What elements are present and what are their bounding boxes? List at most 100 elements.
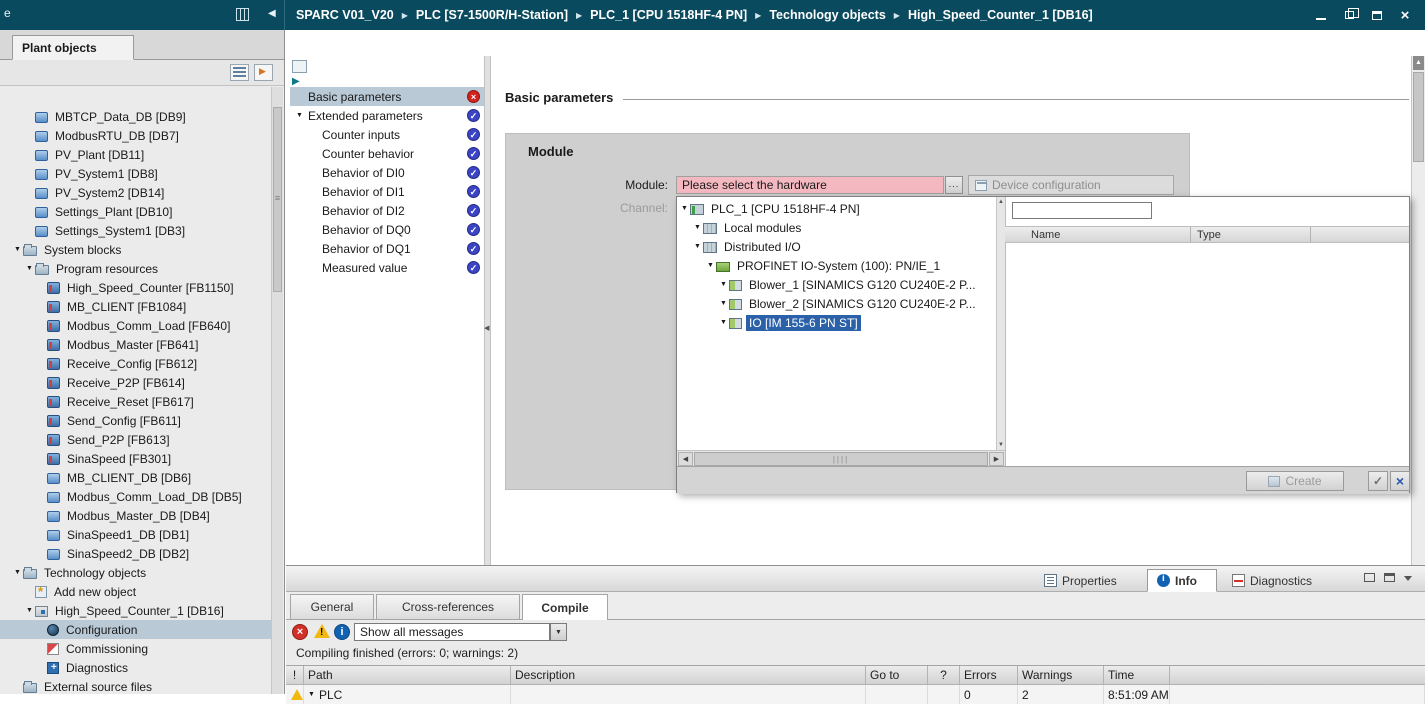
param-nav-item[interactable]: Behavior of DI1✓ — [290, 182, 484, 201]
expander-icon[interactable]: ▼ — [308, 691, 315, 698]
project-tree-item[interactable]: Send_P2P [FB613] — [0, 430, 271, 449]
param-nav-item[interactable]: Measured value✓ — [290, 258, 484, 277]
editor-vscrollbar[interactable]: ▲ — [1411, 56, 1425, 565]
column-settings-icon[interactable] — [230, 64, 249, 81]
hw-tree-item[interactable]: ▼Blower_1 [SINAMICS G120 CU240E-2 P... — [677, 275, 996, 294]
expander-icon[interactable]: ▼ — [24, 607, 35, 614]
expander-icon[interactable]: ▼ — [718, 281, 729, 288]
project-tree-item[interactable]: Modbus_Master_DB [DB4] — [0, 506, 271, 525]
close-icon[interactable]: × — [1393, 5, 1417, 25]
editor-window-icon[interactable] — [292, 60, 307, 73]
expander-icon[interactable]: ▼ — [718, 300, 729, 307]
warning-icon[interactable] — [314, 624, 330, 638]
dropdown-arrow-icon[interactable]: ▼ — [550, 623, 567, 641]
param-nav-item[interactable]: Behavior of DI0✓ — [290, 163, 484, 182]
hardware-tree-hscrollbar[interactable]: ◀ |||| ▶ — [677, 450, 1005, 466]
project-tree-item[interactable]: Receive_Config [FB612] — [0, 354, 271, 373]
tab-plant-objects[interactable]: Plant objects — [12, 35, 134, 60]
dock-panel-icon[interactable] — [1384, 573, 1395, 582]
project-tree-item[interactable]: SinaSpeed2_DB [DB2] — [0, 544, 271, 563]
project-tree-item[interactable]: Diagnostics — [0, 658, 271, 677]
project-tree-item[interactable]: Settings_Plant [DB10] — [0, 202, 271, 221]
project-tree-item[interactable]: MB_CLIENT_DB [DB6] — [0, 468, 271, 487]
project-tree-item[interactable]: Settings_System1 [DB3] — [0, 221, 271, 240]
project-tree-item[interactable]: PV_System2 [DB14] — [0, 183, 271, 202]
param-nav-item[interactable]: Behavior of DQ1✓ — [290, 239, 484, 258]
hw-tree-item[interactable]: ▼Distributed I/O — [677, 237, 996, 256]
breadcrumb-item[interactable]: Technology objects — [769, 8, 885, 22]
project-tree-item[interactable]: Commissioning — [0, 639, 271, 658]
collapse-panel-icon[interactable]: ◀ — [268, 8, 276, 19]
minimize-icon[interactable] — [1309, 5, 1333, 25]
confirm-button[interactable]: ✓ — [1368, 471, 1388, 491]
error-icon[interactable]: × — [292, 624, 308, 640]
expander-icon[interactable]: ▼ — [24, 265, 35, 272]
breadcrumb-item[interactable]: High_Speed_Counter_1 [DB16] — [908, 8, 1093, 22]
project-tree-item[interactable]: Modbus_Comm_Load [FB640] — [0, 316, 271, 335]
param-nav-item[interactable]: ▼Extended parameters✓ — [290, 106, 484, 125]
param-nav-item[interactable]: Counter inputs✓ — [290, 125, 484, 144]
scroll-up-icon[interactable]: ▲ — [1413, 56, 1424, 70]
breadcrumb-item[interactable]: SPARC V01_V20 — [296, 8, 394, 22]
tab-info[interactable]: Info — [1147, 569, 1217, 592]
scroll-up-icon[interactable]: ▲ — [997, 199, 1005, 205]
project-tree-scrollbar[interactable]: ≡ — [271, 87, 283, 694]
column-header-flag[interactable]: ! — [286, 666, 304, 684]
project-tree-item[interactable]: Configuration — [0, 620, 271, 639]
param-nav-item[interactable]: Counter behavior✓ — [290, 144, 484, 163]
column-header-time[interactable]: Time — [1104, 666, 1170, 684]
scrollbar-thumb[interactable] — [1413, 72, 1424, 162]
project-tree-item[interactable]: MBTCP_Data_DB [DB9] — [0, 107, 271, 126]
column-header-errors[interactable]: Errors — [960, 666, 1018, 684]
expander-icon[interactable]: ▼ — [679, 205, 690, 212]
dock-icon[interactable] — [1365, 5, 1389, 25]
project-tree-item[interactable]: ▼Technology objects — [0, 563, 271, 582]
expander-icon[interactable]: ▼ — [692, 243, 703, 250]
project-tree-item[interactable]: SinaSpeed1_DB [DB1] — [0, 525, 271, 544]
param-nav-item[interactable]: Behavior of DQ0✓ — [290, 220, 484, 239]
tab-compile[interactable]: Compile — [522, 594, 608, 621]
scroll-down-icon[interactable]: ▼ — [997, 442, 1005, 448]
expander-icon[interactable]: ▼ — [718, 319, 729, 326]
create-button[interactable]: Create — [1246, 471, 1344, 491]
filter-funnel-icon[interactable] — [1158, 202, 1176, 219]
column-header-goto[interactable]: Go to — [866, 666, 928, 684]
scroll-left-icon[interactable]: ◀ — [678, 452, 693, 466]
project-tree-item[interactable]: ModbusRTU_DB [DB7] — [0, 126, 271, 145]
module-browse-button[interactable]: ... — [945, 176, 963, 194]
project-tree-item[interactable]: Modbus_Comm_Load_DB [DB5] — [0, 487, 271, 506]
info-icon[interactable]: i — [334, 624, 350, 640]
project-tree-item[interactable]: ▼System blocks — [0, 240, 271, 259]
collapse-panel-icon[interactable] — [1404, 576, 1412, 581]
message-table-row[interactable]: ▼ PLC 0 2 8:51:09 AM — [286, 685, 1425, 704]
panel-grid-icon[interactable] — [236, 8, 249, 21]
splitter-collapse-icon[interactable]: ◀ — [484, 324, 489, 332]
column-header-name[interactable]: Name — [1005, 227, 1191, 242]
column-header-help[interactable]: ? — [928, 666, 960, 684]
project-tree-item[interactable]: Receive_Reset [FB617] — [0, 392, 271, 411]
expander-icon[interactable]: ▼ — [692, 224, 703, 231]
project-tree-item[interactable]: ▼Program resources — [0, 259, 271, 278]
nav-splitter[interactable]: ◀ — [484, 56, 491, 565]
project-tree-item[interactable]: PV_Plant [DB11] — [0, 145, 271, 164]
breadcrumb-item[interactable]: PLC_1 [CPU 1518HF-4 PN] — [590, 8, 747, 22]
message-filter-dropdown[interactable]: Show all messages — [354, 623, 550, 641]
scrollbar-thumb[interactable]: ≡ — [273, 107, 282, 292]
open-editor-icon[interactable] — [254, 64, 273, 81]
hw-tree-item[interactable]: ▼Blower_2 [SINAMICS G120 CU240E-2 P... — [677, 294, 996, 313]
project-tree-item[interactable]: Add new object — [0, 582, 271, 601]
expander-icon[interactable]: ▼ — [12, 246, 23, 253]
hardware-tree-vscrollbar[interactable]: ▲ ▼ — [996, 197, 1005, 450]
module-select-field[interactable]: Please select the hardware — [676, 176, 944, 194]
param-nav-item[interactable]: Basic parameters× — [290, 87, 484, 106]
breadcrumb-item[interactable]: PLC [S7-1500R/H-Station] — [416, 8, 568, 22]
hardware-search-input[interactable] — [1012, 202, 1152, 219]
project-tree-item[interactable]: MB_CLIENT [FB1084] — [0, 297, 271, 316]
column-header-description[interactable]: Description — [511, 666, 866, 684]
hw-tree-item[interactable]: ▼PROFINET IO-System (100): PN/IE_1 — [677, 256, 996, 275]
project-tree-item[interactable]: Receive_P2P [FB614] — [0, 373, 271, 392]
tab-properties[interactable]: Properties — [1035, 569, 1141, 592]
project-tree-item[interactable]: Modbus_Master [FB641] — [0, 335, 271, 354]
cancel-button[interactable]: × — [1390, 471, 1410, 491]
hw-tree-item[interactable]: ▼Local modules — [677, 218, 996, 237]
